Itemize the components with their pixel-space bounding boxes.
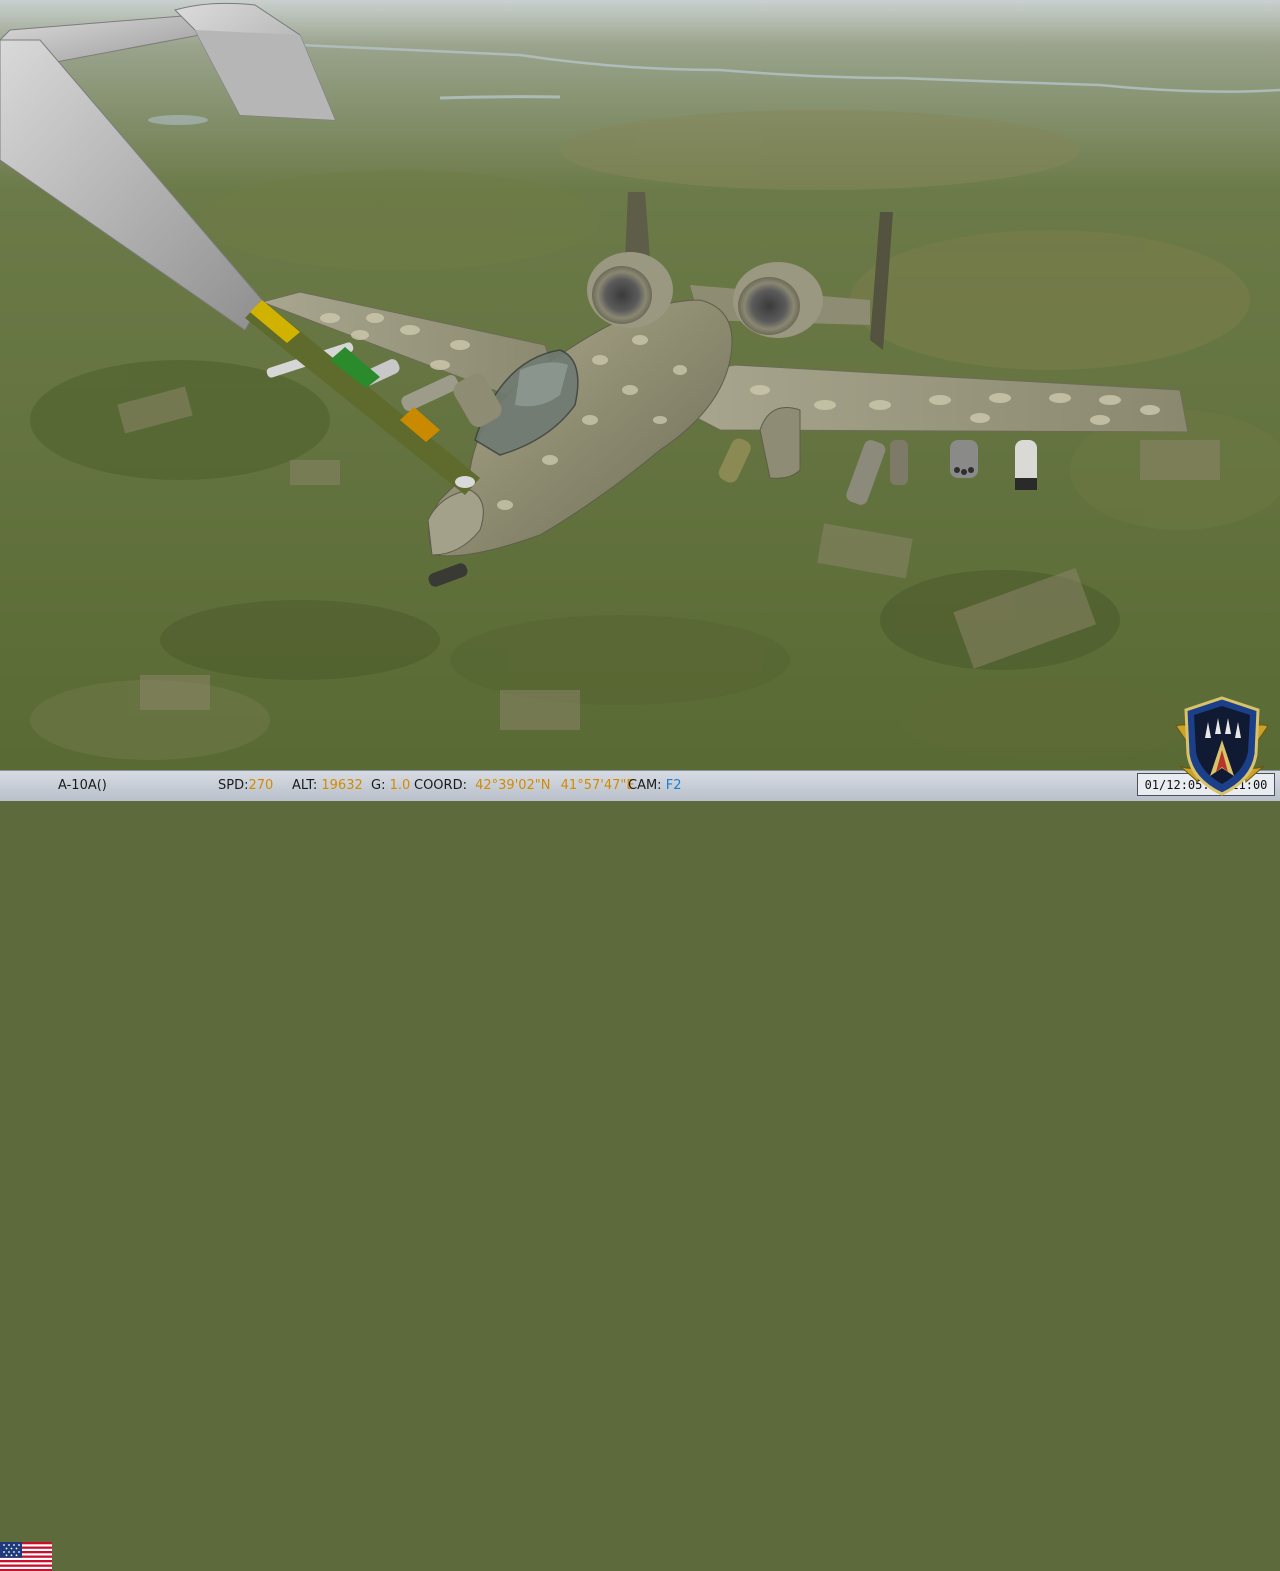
speed-readout: SPD:270 bbox=[218, 779, 273, 793]
game-viewport[interactable] bbox=[0, 0, 1280, 770]
coord-label: COORD: bbox=[414, 778, 467, 793]
g-readout: G: 1.0 bbox=[371, 779, 410, 793]
altitude-label: ALT: bbox=[292, 778, 318, 793]
river bbox=[439, 95, 561, 100]
camera-label: CAM: bbox=[628, 778, 662, 793]
squadron-emblem-icon bbox=[1175, 696, 1269, 796]
speed-label: SPD: bbox=[218, 778, 249, 793]
coord-readout: COORD: 42°39'02"N 41°57'47"E bbox=[414, 779, 635, 793]
speed-value: 270 bbox=[248, 778, 274, 793]
right-engine bbox=[738, 277, 800, 335]
latitude-value: 42°39'02"N bbox=[475, 778, 551, 793]
left-engine bbox=[592, 266, 652, 324]
g-value: 1.0 bbox=[389, 778, 411, 793]
flight-scene bbox=[0, 0, 1280, 770]
longitude-value: 41°57'47"E bbox=[560, 778, 635, 793]
g-label: G: bbox=[371, 778, 386, 793]
status-bar: A-10A() SPD:270 ALT: 19632 G: 1.0 COORD:… bbox=[0, 770, 1280, 1571]
camera-value: F2 bbox=[665, 778, 682, 793]
altitude-value: 19632 bbox=[321, 778, 363, 793]
altitude-readout: ALT: 19632 bbox=[292, 779, 363, 793]
aircraft-name: A-10A() bbox=[58, 778, 107, 793]
us-flag-icon bbox=[0, 1542, 52, 1571]
camera-readout: CAM: F2 bbox=[628, 779, 681, 793]
